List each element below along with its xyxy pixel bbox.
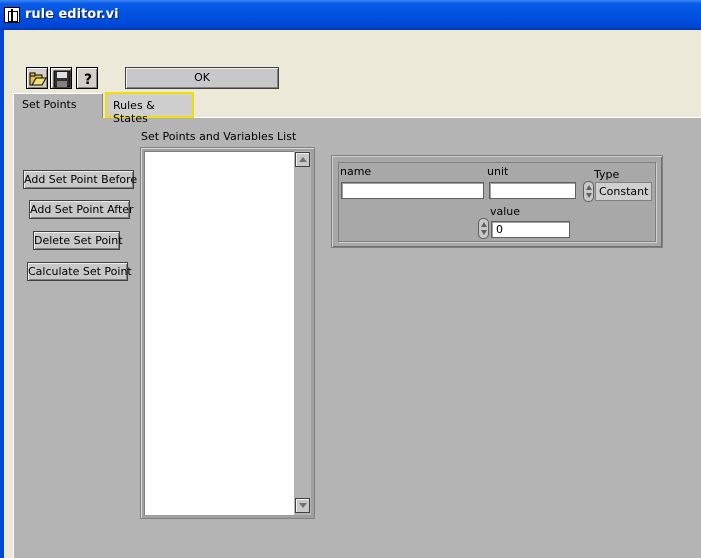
- open-folder-icon: [29, 72, 47, 86]
- value-input[interactable]: 0: [491, 221, 570, 238]
- list-label: Set Points and Variables List: [141, 130, 297, 143]
- list-scrollbar[interactable]: [294, 151, 311, 515]
- window-title: rule editor.vi: [25, 7, 119, 22]
- name-input[interactable]: [341, 182, 484, 199]
- tab-set-points[interactable]: Set Points: [13, 93, 103, 118]
- floppy-disk-icon: [53, 70, 71, 88]
- scroll-up-button[interactable]: [295, 152, 310, 167]
- help-button[interactable]: ?: [76, 67, 98, 89]
- type-ring[interactable]: Constant: [595, 182, 652, 201]
- scroll-down-button[interactable]: [295, 498, 310, 513]
- title-bar[interactable]: rule editor.vi: [0, 0, 701, 30]
- ok-button[interactable]: OK: [125, 67, 279, 89]
- unit-label: unit: [487, 165, 509, 178]
- type-ring-increment-icon[interactable]: [583, 181, 594, 202]
- set-points-listbox[interactable]: [144, 151, 294, 515]
- tab-rules-and-states[interactable]: Rules & States: [105, 92, 194, 125]
- type-label: Type: [594, 168, 620, 181]
- value-increment-icon[interactable]: [478, 218, 489, 239]
- question-mark-icon: ?: [84, 72, 92, 88]
- open-folder-button[interactable]: [26, 67, 48, 89]
- tab-label: Set Points: [22, 98, 77, 111]
- delete-set-point-button[interactable]: Delete Set Point: [33, 231, 123, 250]
- calculate-set-point-button[interactable]: Calculate Set Point: [27, 262, 132, 281]
- save-button[interactable]: [50, 67, 72, 89]
- value-label: value: [490, 205, 521, 218]
- labview-vi-icon: [4, 7, 20, 23]
- name-label: name: [340, 165, 372, 178]
- svg-text:?: ?: [84, 72, 92, 88]
- tab-label: Rules & States: [113, 99, 155, 125]
- add-set-point-before-button[interactable]: Add Set Point Before: [23, 170, 137, 189]
- add-set-point-after-button[interactable]: Add Set Point After: [29, 200, 134, 219]
- unit-input[interactable]: [489, 182, 576, 199]
